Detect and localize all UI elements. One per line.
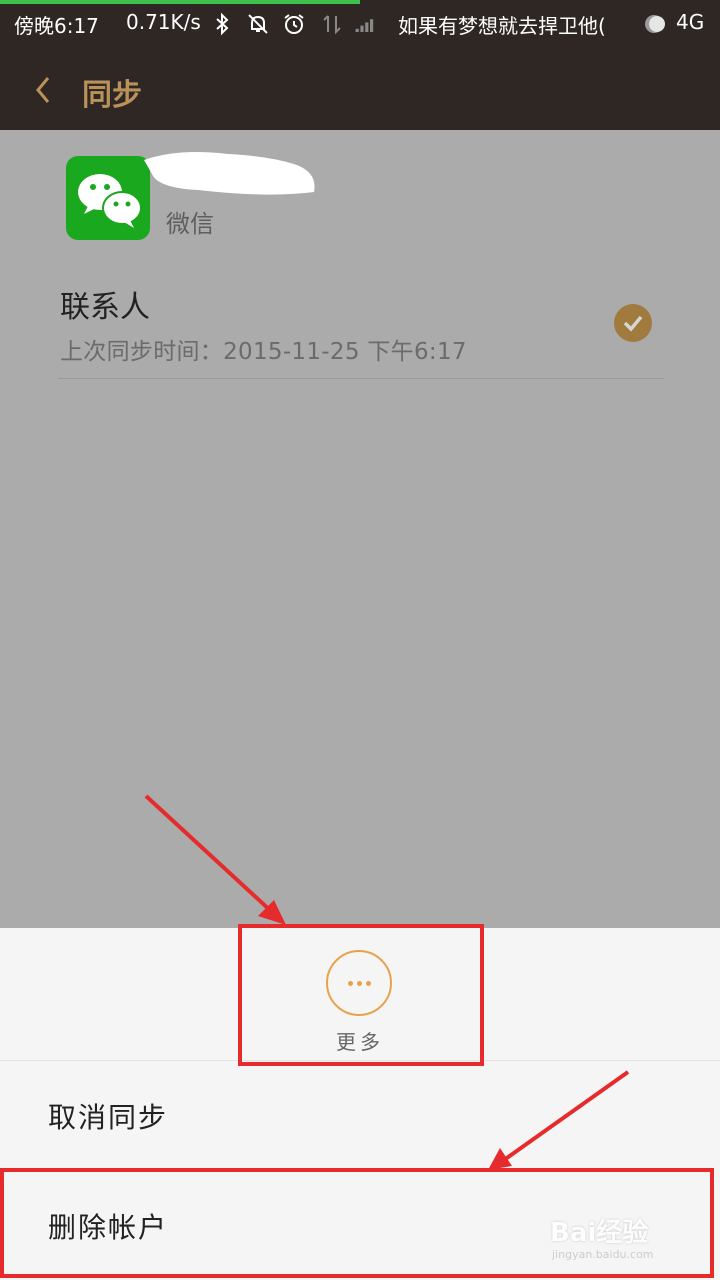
mute-icon (248, 14, 268, 34)
moon-icon (645, 15, 665, 33)
highlight-box-more (238, 924, 484, 1066)
status-time: 傍晚6:17 (14, 14, 99, 38)
status-net-speed: 0.71K/s (126, 10, 201, 34)
page-title: 同步 (82, 78, 142, 113)
sync-content: 微信 联系人 上次同步时间：2015-11-25 下午6:17 (0, 130, 720, 928)
status-bar: 傍晚6:17 0.71K/s 如果有梦想就去捍卫他( 4G (0, 0, 720, 48)
watermark-url: jingyan.baidu.com (552, 1248, 654, 1261)
last-sync-time: 上次同步时间：2015-11-25 下午6:17 (60, 339, 467, 365)
account-type-label: 微信 (166, 210, 214, 238)
action-bar: 同步 (0, 48, 720, 130)
alarm-icon (284, 14, 304, 34)
sync-item-label[interactable]: 联系人 (60, 282, 150, 326)
redacted-account-name (144, 152, 315, 195)
data-arrows-icon (323, 15, 341, 35)
download-progress-line (0, 0, 360, 4)
signal-icon (355, 19, 374, 32)
status-carrier: 如果有梦想就去捍卫他( (398, 14, 606, 38)
cancel-sync-item[interactable]: 取消同步 (48, 1096, 168, 1136)
watermark-logo: Bai经验 (550, 1218, 649, 1248)
checkmark-icon[interactable] (614, 304, 652, 342)
divider (58, 378, 664, 379)
bluetooth-icon (216, 12, 229, 36)
status-network: 4G (676, 10, 705, 34)
chevron-left-icon[interactable] (30, 72, 60, 108)
